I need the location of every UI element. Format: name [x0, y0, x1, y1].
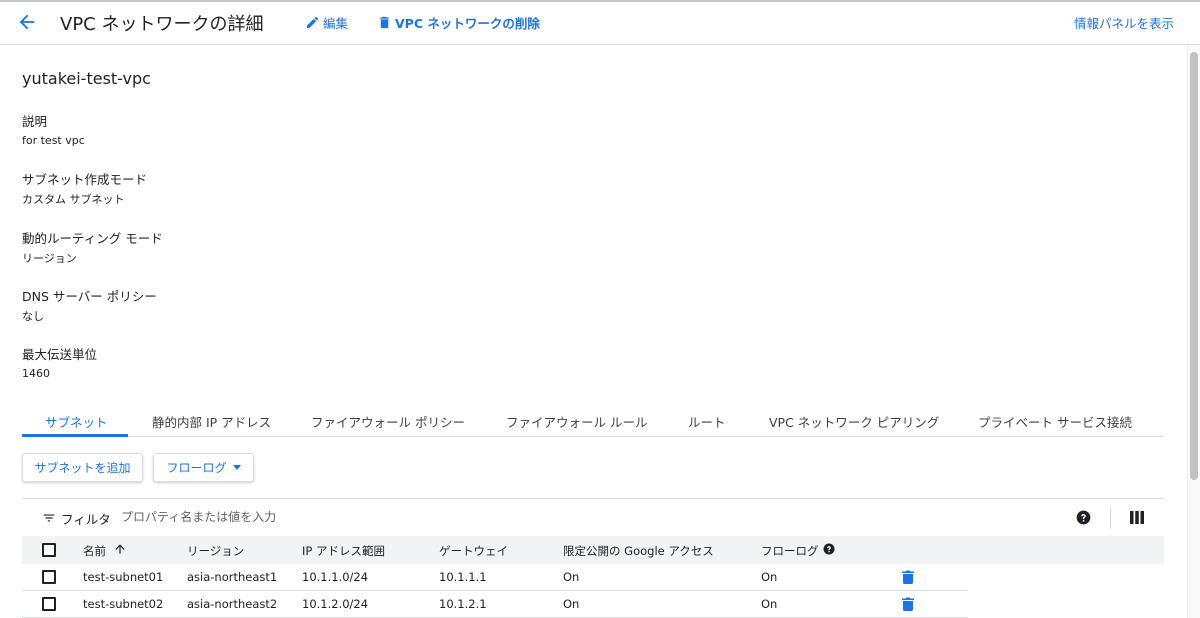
filter-list-icon	[43, 514, 55, 522]
flow-logs-dropdown-button[interactable]: フローログ	[153, 453, 254, 482]
select-all-checkbox[interactable]	[42, 543, 56, 557]
cell-gateway: 10.1.2.1	[439, 597, 487, 611]
flow-logs-dropdown-label: フローログ	[166, 461, 227, 475]
table-header-row: 名前 リージョン IP アドレス範囲 ゲートウェイ 限定公開の Google ア…	[22, 536, 1164, 564]
show-info-panel-button[interactable]: 情報パネルを表示	[1074, 13, 1174, 32]
column-header-region[interactable]: リージョン	[187, 543, 244, 559]
cell-name[interactable]: test-subnet01	[83, 570, 163, 584]
tab-firewall-policies[interactable]: ファイアウォール ポリシー	[311, 412, 465, 431]
trash-icon[interactable]	[902, 597, 914, 611]
edit-button-label: 編集	[323, 16, 349, 31]
edit-button[interactable]: 編集	[305, 13, 348, 32]
table-row[interactable]: test-subnet02 asia-northeast2 10.1.2.0/2…	[22, 591, 968, 618]
trash-icon	[380, 16, 389, 29]
row-checkbox[interactable]	[42, 597, 56, 611]
field-label-description: 説明	[22, 114, 48, 129]
scrollbar-thumb[interactable]	[1190, 52, 1198, 480]
page-title: VPC ネットワークの詳細	[60, 14, 264, 35]
cell-private-google-access: On	[563, 570, 580, 584]
tab-routes[interactable]: ルート	[688, 412, 726, 431]
field-label-subnet-mode: サブネット作成モード	[22, 172, 148, 187]
tab-vpc-peering[interactable]: VPC ネットワーク ピアリング	[769, 412, 939, 431]
field-label-dns-policy: DNS サーバー ポリシー	[22, 289, 157, 304]
cell-ip-range: 10.1.2.0/24	[302, 597, 369, 611]
column-header-flow-logs[interactable]: フローログ	[761, 543, 819, 559]
tab-bar: サブネット 静的内部 IP アドレス ファイアウォール ポリシー ファイアウォー…	[22, 404, 1164, 437]
arrow-back-icon[interactable]	[16, 11, 38, 33]
column-header-ip-range[interactable]: IP アドレス範囲	[302, 543, 385, 559]
caret-down-icon	[232, 465, 241, 470]
column-display-icon[interactable]	[1130, 510, 1144, 525]
show-info-panel-label: 情報パネルを表示	[1073, 16, 1174, 31]
field-label-routing-mode: 動的ルーティング モード	[22, 231, 163, 246]
tab-private-service-connect[interactable]: プライベート サービス接続	[978, 412, 1132, 431]
tab-firewall-rules[interactable]: ファイアウォール ルール	[506, 412, 647, 431]
table-row[interactable]: test-subnet01 asia-northeast1 10.1.1.0/2…	[22, 564, 968, 591]
cell-private-google-access: On	[563, 597, 580, 611]
cell-gateway: 10.1.1.1	[439, 570, 487, 584]
tab-subnets[interactable]: サブネット	[45, 412, 108, 431]
cell-name[interactable]: test-subnet02	[83, 597, 163, 611]
delete-vpc-button[interactable]: VPC ネットワークの削除	[377, 13, 540, 32]
arrow-upward-icon[interactable]	[113, 542, 127, 556]
pencil-icon	[306, 16, 319, 29]
cell-flow-logs: On	[761, 597, 778, 611]
field-value-subnet-mode: カスタム サブネット	[22, 193, 125, 206]
toolbar-divider	[1110, 507, 1111, 529]
cell-ip-range: 10.1.1.0/24	[302, 570, 369, 584]
trash-icon[interactable]	[902, 570, 914, 584]
column-header-private-google-access[interactable]: 限定公開の Google アクセス	[563, 543, 714, 559]
field-value-dns-policy: なし	[22, 310, 44, 323]
column-header-name[interactable]: 名前	[83, 543, 106, 559]
cell-region: asia-northeast2	[187, 597, 278, 611]
cell-flow-logs: On	[761, 570, 778, 584]
tab-static-internal-ips[interactable]: 静的内部 IP アドレス	[152, 412, 271, 431]
field-value-mtu: 1460	[22, 367, 50, 380]
filter-label: フィルタ	[61, 512, 111, 527]
help-icon[interactable]	[1076, 510, 1091, 525]
field-value-routing-mode: リージョン	[22, 252, 77, 265]
column-header-gateway[interactable]: ゲートウェイ	[439, 543, 508, 559]
cell-region: asia-northeast1	[187, 570, 278, 584]
row-checkbox[interactable]	[42, 570, 56, 584]
filter-bar: フィルタ	[22, 498, 1164, 536]
page-header: VPC ネットワークの詳細 編集 VPC ネットワークの削除 情報パネルを表示	[0, 2, 1200, 45]
field-label-mtu: 最大伝送単位	[22, 347, 98, 362]
add-subnet-button[interactable]: サブネットを追加	[22, 453, 143, 482]
filter-input[interactable]	[121, 507, 521, 527]
delete-vpc-button-label: VPC ネットワークの削除	[395, 16, 540, 31]
active-tab-indicator	[22, 434, 128, 437]
help-icon[interactable]	[823, 543, 835, 555]
vpc-network-name: yutakei-test-vpc	[22, 69, 151, 88]
field-value-description: for test vpc	[22, 134, 85, 147]
